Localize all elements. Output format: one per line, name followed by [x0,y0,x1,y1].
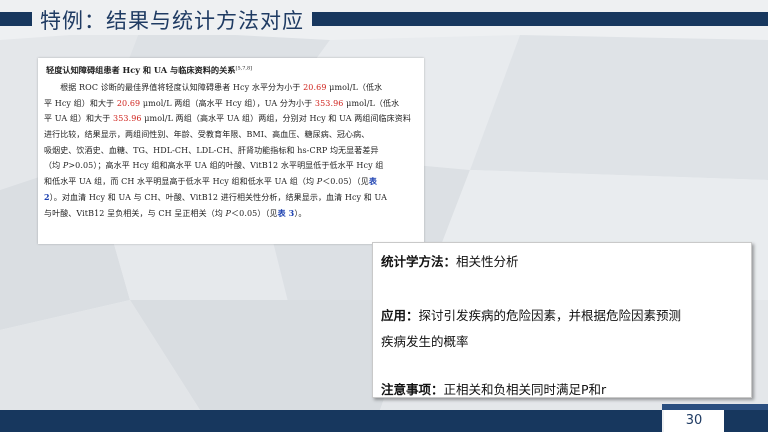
note-caution: 注意事项：正相关和负相关同时满足P和r [381,382,607,397]
table-ref-link[interactable]: 表 [369,176,377,186]
excerpt-line: 2）。对血清 Hcy 和 UA 与 CH、叶酸、VitB12 进行相关性分析，结… [44,191,388,202]
excerpt-line: 根据 ROC 诊断的最佳界值将轻度认知障碍患者 Hcy 水平分为小于 20.69… [60,83,383,92]
slide-title: 特例：结果与统计方法对应 [40,5,308,35]
excerpt-line: 吸烟史、饮酒史、血糖、TG、HDL-CH、LDL-CH、肝肾功能指标和 hs-C… [44,145,379,155]
footer-bar-right [724,410,768,432]
footer-bar [0,410,662,432]
header-bar-left [0,12,32,26]
method-note-box: 统计学方法：相关性分析 应用：探讨引发疾病的危险因素，并根据危险因素预测 疾病发… [372,242,752,398]
excerpt-line: 平 UA 组）和大于 353.96 μmol/L 两组（高水平 UA 组）两组，… [44,114,411,124]
excerpt-heading: 轻度认知障碍组患者 Hcy 和 UA 与临床资料的关系[5,7,8] [46,65,253,75]
page-number: 30 [664,410,724,432]
header-bar-right [312,12,768,26]
excerpt-line: 和低水平 UA 组，而 CH 水平明显高于低水平 Hcy 组和低水平 UA 组（… [44,176,377,187]
table-ref-link[interactable]: 表 3 [278,208,295,218]
excerpt-line: 与叶酸、VitB12 呈负相关，与 CH 呈正相关（均 P＜0.05）（见表 3… [44,207,307,218]
excerpt-line: 进行比较，结果显示，两组间性别、年龄、受教育年限、BMI、高血压、糖尿病、冠心病… [44,130,370,140]
note-application: 应用：探讨引发疾病的危险因素，并根据危险因素预测 [381,308,682,323]
note-method: 统计学方法：相关性分析 [381,254,519,269]
paper-excerpt: 轻度认知障碍组患者 Hcy 和 UA 与临床资料的关系[5,7,8] 根据 RO… [38,58,424,244]
citation-marker: [5,7,8] [235,65,253,72]
note-application-cont: 疾病发生的概率 [381,334,469,349]
excerpt-body: 根据 ROC 诊断的最佳界值将轻度认知障碍患者 Hcy 水平分为小于 20.69… [44,80,420,221]
excerpt-line: （均 P>0.05）；高水平 Hcy 组和高水平 UA 组的叶酸、VitB12 … [44,161,384,171]
slide-header: 特例：结果与统计方法对应 [0,4,768,35]
excerpt-line: 平 Hcy 组）和大于 20.69 μmol/L 两组（高水平 Hcy 组），U… [44,98,400,108]
